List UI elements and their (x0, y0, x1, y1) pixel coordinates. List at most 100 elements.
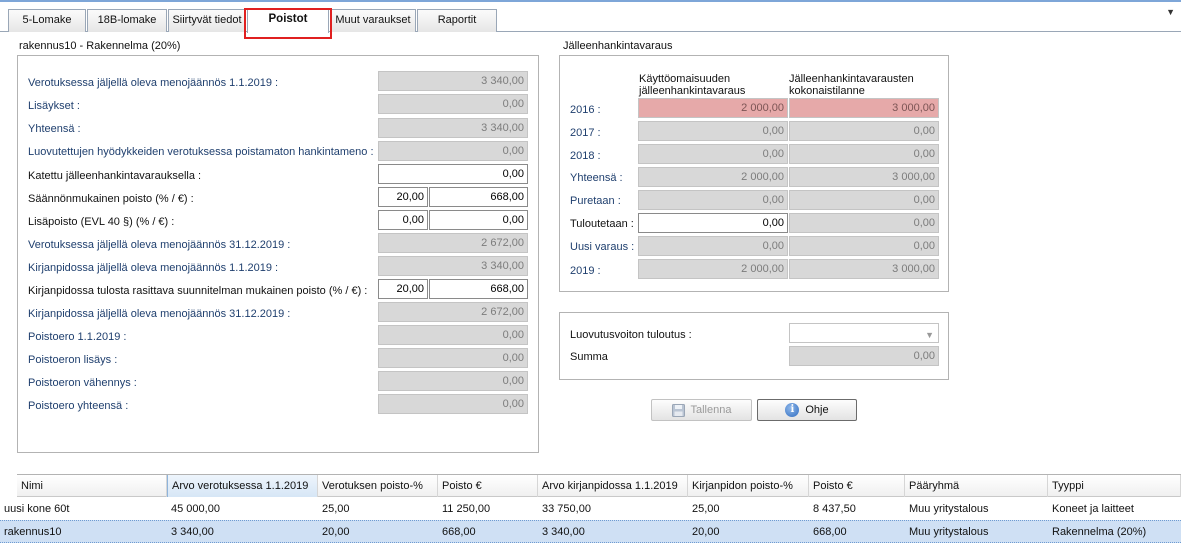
field-label: Kirjanpidossa jäljellä oleva menojäännös… (28, 308, 291, 320)
reserve-total-value: 2 000,00 (638, 167, 788, 187)
recognition-select[interactable]: ▼ (789, 323, 939, 343)
cell-tax-depreciation: 668,00 (442, 526, 476, 538)
cell-book-percent: 25,00 (692, 503, 720, 515)
extra-depreciation-amount-input[interactable]: 0,00 (429, 210, 528, 230)
book-depreciation-percent-input[interactable]: 20,00 (378, 279, 428, 299)
cell-book-value: 3 340,00 (542, 526, 585, 538)
cell-name: rakennus10 (4, 526, 62, 538)
table-row-selected[interactable]: rakennus10 3 340,00 20,00 668,00 3 340,0… (0, 520, 1181, 543)
column-header-name[interactable]: Nimi (17, 475, 167, 497)
assets-grid: Nimi Arvo verotuksessa 1.1.2019 Verotuks… (0, 474, 1181, 543)
field-label: Poistoeron vähennys : (28, 377, 137, 389)
column-header-tax-percent[interactable]: Verotuksen poisto-% (318, 475, 438, 497)
field-label: Luovutettujen hyödykkeiden verotuksessa … (28, 146, 374, 158)
column-header-book-depreciation[interactable]: Poisto € (809, 475, 905, 497)
field-label: Poistoero 1.1.2019 : (28, 331, 127, 343)
regular-depreciation-percent-input[interactable]: 20,00 (378, 187, 428, 207)
tab-5-lomake[interactable]: 5-Lomake (8, 9, 86, 32)
cell-book-percent: 20,00 (692, 526, 720, 538)
tab-siirtyvat-tiedot[interactable]: Siirtyvät tiedot (168, 9, 246, 32)
reserve-row-label: Tuloutetaan : (570, 218, 634, 230)
covered-by-reserve-input[interactable]: 0,00 (378, 164, 528, 184)
book-residual-start-field: 3 340,00 (378, 256, 528, 276)
field-label: Poistoeron lisäys : (28, 354, 118, 366)
sum-field: 0,00 (789, 346, 939, 366)
cell-name: uusi kone 60t (4, 503, 70, 515)
cell-tax-percent: 20,00 (322, 526, 350, 538)
field-label: Kirjanpidossa jäljellä oleva menojäännös… (28, 262, 279, 274)
reserve-new-value: 0,00 (638, 236, 788, 256)
reserve-recognize-total: 0,00 (789, 213, 939, 233)
reserve-2017-total: 0,00 (789, 121, 939, 141)
tab-raportit[interactable]: Raportit (417, 9, 497, 32)
field-label: Verotuksessa jäljellä oleva menojäännös … (28, 239, 291, 251)
reserve-new-total: 0,00 (789, 236, 939, 256)
tax-residual-start-field: 3 340,00 (378, 71, 528, 91)
column-header-type[interactable]: Tyyppi (1048, 475, 1181, 497)
reserve-column-header: Käyttöomaisuuden jälleenhankintavaraus (639, 73, 746, 97)
extra-depreciation-percent-input[interactable]: 0,00 (378, 210, 428, 230)
cell-book-depreciation: 8 437,50 (813, 503, 856, 515)
tab-18b-lomake[interactable]: 18B-lomake (87, 9, 167, 32)
info-icon: i (785, 403, 800, 417)
tab-muut-varaukset[interactable]: Muut varaukset (330, 9, 416, 32)
field-label: Katettu jälleenhankintavarauksella : (28, 170, 202, 182)
table-row[interactable]: uusi kone 60t 45 000,00 25,00 11 250,00 … (0, 498, 1181, 521)
reserve-2019-value: 2 000,00 (638, 259, 788, 279)
cell-tax-depreciation: 11 250,00 (442, 503, 491, 515)
reserve-recognize-input[interactable]: 0,00 (638, 213, 788, 233)
reserve-2018-total: 0,00 (789, 144, 939, 164)
cell-book-value: 33 750,00 (542, 503, 591, 515)
reserve-dissolve-total: 0,00 (789, 190, 939, 210)
save-disk-icon (671, 403, 685, 417)
column-header-tax-value[interactable]: Arvo verotuksessa 1.1.2019 (167, 475, 318, 497)
reserve-row-label: 2019 : (570, 265, 601, 277)
depreciation-difference-start-field: 0,00 (378, 325, 528, 345)
field-label: Verotuksessa jäljellä oleva menojäännös … (28, 77, 279, 89)
cell-tax-percent: 25,00 (322, 503, 350, 515)
cell-type: Rakennelma (20%) (1052, 526, 1147, 538)
chevron-down-icon[interactable]: ▼ (925, 326, 934, 344)
sum-label: Summa (570, 351, 608, 363)
field-label: Yhteensä : (28, 123, 81, 135)
regular-depreciation-amount-input[interactable]: 668,00 (429, 187, 528, 207)
column-header-book-percent[interactable]: Kirjanpidon poisto-% (688, 475, 809, 497)
additions-field: 0,00 (378, 94, 528, 114)
book-residual-end-field: 2 672,00 (378, 302, 528, 322)
reserve-2016-value: 2 000,00 (638, 98, 788, 118)
column-header-main-group[interactable]: Pääryhmä (905, 475, 1048, 497)
field-label: Lisäpoisto (EVL 40 §) (% / €) : (28, 216, 175, 228)
cell-type: Koneet ja laitteet (1052, 503, 1134, 515)
column-header-tax-depreciation[interactable]: Poisto € (438, 475, 538, 497)
reserve-row-label: 2016 : (570, 104, 601, 116)
help-button[interactable]: i Ohje (757, 399, 857, 421)
recognition-label: Luovutusvoiton tuloutus : (570, 329, 692, 341)
tax-residual-end-field: 2 672,00 (378, 233, 528, 253)
active-tab-highlight (244, 8, 332, 39)
column-header-book-value[interactable]: Arvo kirjanpidossa 1.1.2019 (538, 475, 688, 497)
depreciation-difference-total-field: 0,00 (378, 394, 528, 414)
field-label: Poistoero yhteensä : (28, 400, 129, 412)
cell-tax-value: 45 000,00 (171, 503, 220, 515)
save-button[interactable]: Tallenna (651, 399, 752, 421)
book-depreciation-amount-input[interactable]: 668,00 (429, 279, 528, 299)
help-button-label: Ohje (805, 404, 829, 416)
cell-tax-value: 3 340,00 (171, 526, 214, 538)
reserve-2017-value: 0,00 (638, 121, 788, 141)
reserve-row-label: Uusi varaus : (570, 241, 635, 253)
reserve-2016-total: 3 000,00 (789, 98, 939, 118)
reserve-title: Jälleenhankintavaraus (563, 40, 673, 52)
reserve-row-label: Yhteensä : (570, 172, 623, 184)
undepreciated-cost-field: 0,00 (378, 141, 528, 161)
cell-main-group: Muu yritystalous (909, 526, 989, 538)
field-label: Lisäykset : (28, 100, 80, 112)
cell-book-depreciation: 668,00 (813, 526, 847, 538)
chevron-down-icon[interactable]: ▼ (1166, 7, 1175, 17)
reserve-row-label: 2017 : (570, 127, 601, 139)
reserve-dissolve-value: 0,00 (638, 190, 788, 210)
field-label: Kirjanpidossa tulosta rasittava suunnite… (28, 285, 368, 297)
save-button-label: Tallenna (690, 404, 732, 416)
reserve-total-column-header: Jälleenhankintavarausten kokonaistilanne (789, 73, 914, 97)
depreciation-difference-increase-field: 0,00 (378, 348, 528, 368)
reserve-total-total: 3 000,00 (789, 167, 939, 187)
